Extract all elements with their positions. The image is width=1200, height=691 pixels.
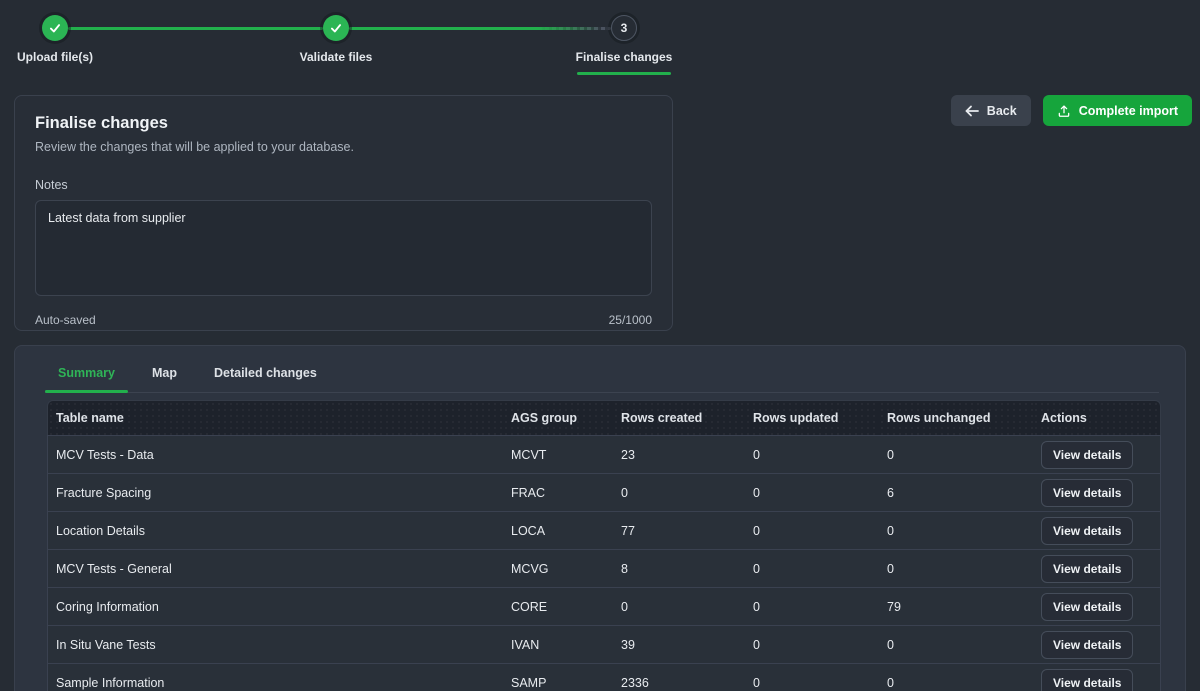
back-button-label: Back bbox=[987, 104, 1017, 118]
active-step-underline bbox=[577, 72, 671, 75]
cell-ags-group: CORE bbox=[503, 587, 613, 625]
col-rows-unchanged: Rows unchanged bbox=[879, 400, 1033, 435]
tabs: Summary Map Detailed changes bbox=[45, 356, 1159, 393]
col-table-name: Table name bbox=[47, 400, 503, 435]
summary-table: Table name AGS group Rows created Rows u… bbox=[47, 400, 1161, 691]
cell-rows-updated: 0 bbox=[745, 511, 879, 549]
col-actions: Actions bbox=[1033, 400, 1161, 435]
step-upload-files[interactable]: Upload file(s) bbox=[0, 15, 135, 64]
cell-rows-updated: 0 bbox=[745, 587, 879, 625]
check-icon bbox=[42, 15, 68, 41]
tab-map[interactable]: Map bbox=[139, 356, 190, 392]
cell-table-name: MCV Tests - General bbox=[47, 549, 503, 587]
view-details-button[interactable]: View details bbox=[1041, 479, 1133, 507]
tab-detailed-changes[interactable]: Detailed changes bbox=[201, 356, 330, 392]
cell-rows-unchanged: 0 bbox=[879, 663, 1033, 691]
stepper: Upload file(s) Validate files 3 Finalise… bbox=[0, 0, 1200, 82]
cell-actions: View details bbox=[1033, 625, 1161, 663]
cell-table-name: Fracture Spacing bbox=[47, 473, 503, 511]
view-details-button[interactable]: View details bbox=[1041, 555, 1133, 583]
notes-footer: Auto-saved 25/1000 bbox=[35, 313, 652, 327]
top-actions: Back Complete import bbox=[951, 95, 1192, 126]
view-details-button[interactable]: View details bbox=[1041, 517, 1133, 545]
cell-rows-created: 0 bbox=[613, 473, 745, 511]
cell-actions: View details bbox=[1033, 587, 1161, 625]
summary-table-body: MCV Tests - Data MCVT 23 0 0 View detail… bbox=[47, 435, 1161, 691]
table-row: Fracture Spacing FRAC 0 0 6 View details bbox=[47, 473, 1161, 511]
cell-actions: View details bbox=[1033, 511, 1161, 549]
cell-ags-group: IVAN bbox=[503, 625, 613, 663]
cell-rows-updated: 0 bbox=[745, 473, 879, 511]
col-rows-created: Rows created bbox=[613, 400, 745, 435]
step-label: Validate files bbox=[256, 50, 416, 64]
table-row: MCV Tests - Data MCVT 23 0 0 View detail… bbox=[47, 435, 1161, 473]
cell-rows-created: 23 bbox=[613, 435, 745, 473]
check-icon bbox=[323, 15, 349, 41]
step-label: Upload file(s) bbox=[0, 50, 135, 64]
cell-rows-updated: 0 bbox=[745, 549, 879, 587]
cell-rows-updated: 0 bbox=[745, 663, 879, 691]
table-row: Location Details LOCA 77 0 0 View detail… bbox=[47, 511, 1161, 549]
cell-rows-unchanged: 0 bbox=[879, 511, 1033, 549]
table-row: Coring Information CORE 0 0 79 View deta… bbox=[47, 587, 1161, 625]
cell-rows-created: 2336 bbox=[613, 663, 745, 691]
cell-rows-created: 39 bbox=[613, 625, 745, 663]
cell-rows-created: 8 bbox=[613, 549, 745, 587]
cell-actions: View details bbox=[1033, 473, 1161, 511]
table-header-row: Table name AGS group Rows created Rows u… bbox=[47, 400, 1161, 435]
table-row: In Situ Vane Tests IVAN 39 0 0 View deta… bbox=[47, 625, 1161, 663]
card-title: Finalise changes bbox=[35, 114, 652, 133]
view-details-button[interactable]: View details bbox=[1041, 631, 1133, 659]
cell-rows-updated: 0 bbox=[745, 435, 879, 473]
complete-import-label: Complete import bbox=[1079, 104, 1178, 118]
cell-table-name: In Situ Vane Tests bbox=[47, 625, 503, 663]
autosave-status: Auto-saved bbox=[35, 313, 96, 327]
cell-ags-group: MCVG bbox=[503, 549, 613, 587]
cell-rows-updated: 0 bbox=[745, 625, 879, 663]
step-label: Finalise changes bbox=[544, 50, 704, 64]
cell-table-name: Location Details bbox=[47, 511, 503, 549]
step-finalise-changes[interactable]: 3 Finalise changes bbox=[544, 15, 704, 75]
cell-ags-group: FRAC bbox=[503, 473, 613, 511]
step-validate-files[interactable]: Validate files bbox=[256, 15, 416, 64]
cell-ags-group: MCVT bbox=[503, 435, 613, 473]
arrow-left-icon bbox=[965, 105, 979, 117]
view-details-button[interactable]: View details bbox=[1041, 441, 1133, 469]
card-subtitle: Review the changes that will be applied … bbox=[35, 140, 652, 154]
cell-rows-unchanged: 0 bbox=[879, 625, 1033, 663]
col-ags-group: AGS group bbox=[503, 400, 613, 435]
summary-panel: Summary Map Detailed changes Table name … bbox=[14, 345, 1186, 691]
table-row: Sample Information SAMP 2336 0 0 View de… bbox=[47, 663, 1161, 691]
cell-rows-unchanged: 0 bbox=[879, 435, 1033, 473]
char-count: 25/1000 bbox=[609, 313, 652, 327]
back-button[interactable]: Back bbox=[951, 95, 1031, 126]
cell-rows-unchanged: 79 bbox=[879, 587, 1033, 625]
cell-rows-created: 77 bbox=[613, 511, 745, 549]
cell-ags-group: SAMP bbox=[503, 663, 613, 691]
upload-icon bbox=[1057, 104, 1071, 118]
col-rows-updated: Rows updated bbox=[745, 400, 879, 435]
cell-actions: View details bbox=[1033, 549, 1161, 587]
notes-textarea[interactable]: Latest data from supplier bbox=[35, 200, 652, 296]
finalise-changes-card: Finalise changes Review the changes that… bbox=[14, 95, 673, 331]
complete-import-button[interactable]: Complete import bbox=[1043, 95, 1192, 126]
table-row: MCV Tests - General MCVG 8 0 0 View deta… bbox=[47, 549, 1161, 587]
cell-rows-unchanged: 0 bbox=[879, 549, 1033, 587]
view-details-button[interactable]: View details bbox=[1041, 593, 1133, 621]
cell-ags-group: LOCA bbox=[503, 511, 613, 549]
cell-table-name: Sample Information bbox=[47, 663, 503, 691]
tab-summary[interactable]: Summary bbox=[45, 356, 128, 392]
cell-actions: View details bbox=[1033, 663, 1161, 691]
cell-actions: View details bbox=[1033, 435, 1161, 473]
step-number: 3 bbox=[611, 15, 637, 41]
cell-table-name: Coring Information bbox=[47, 587, 503, 625]
notes-label: Notes bbox=[35, 178, 652, 192]
cell-rows-created: 0 bbox=[613, 587, 745, 625]
view-details-button[interactable]: View details bbox=[1041, 669, 1133, 691]
cell-rows-unchanged: 6 bbox=[879, 473, 1033, 511]
cell-table-name: MCV Tests - Data bbox=[47, 435, 503, 473]
